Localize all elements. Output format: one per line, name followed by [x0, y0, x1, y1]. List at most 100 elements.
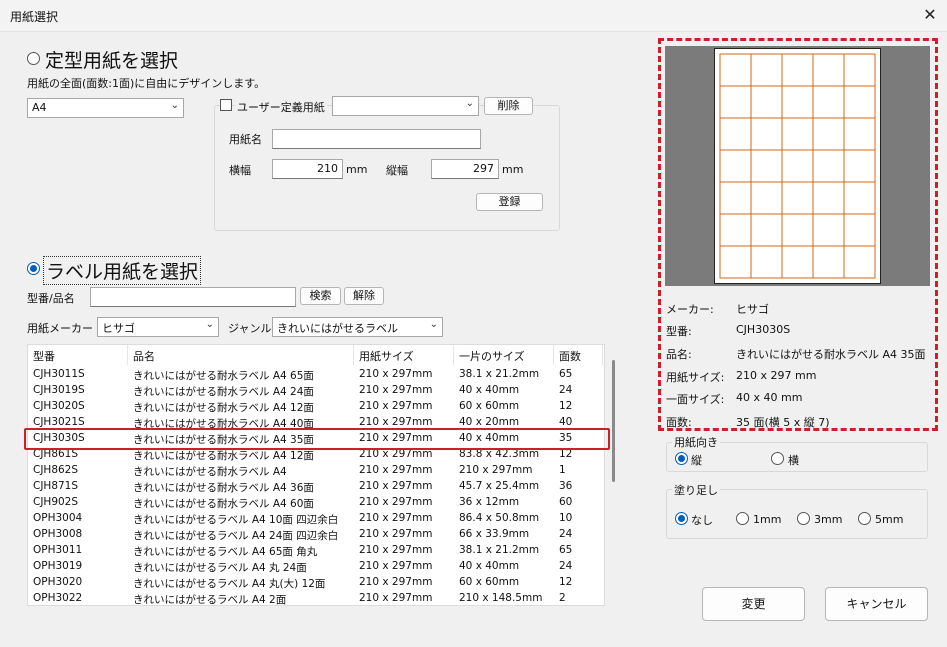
table-cell: 210 x 297mm	[359, 544, 433, 556]
width-label: 横幅	[229, 164, 251, 177]
bleed-1mm-radio[interactable]	[736, 512, 749, 525]
title-bar	[0, 0, 947, 32]
table-cell: 210 x 297mm	[359, 384, 433, 396]
header-name[interactable]: 品名	[133, 348, 155, 364]
table-cell: 12	[559, 400, 573, 412]
table-row[interactable]: CJH3011S きれいにはがせる耐水ラベル A4 65面 210 x 297mm 3…	[28, 367, 604, 383]
table-cell: 210 x 297mm	[359, 512, 433, 524]
ok-button[interactable]: 変更	[702, 587, 805, 621]
table-row[interactable]: OPH3022 きれいにはがせるラベル A4 2面 210 x 297mm 210 x…	[28, 591, 604, 605]
table-cell: 38.1 x 21.2mm	[459, 544, 540, 556]
table-row[interactable]: CJH871S きれいにはがせる耐水ラベル A4 36面 210 x 297mm 45…	[28, 479, 604, 495]
paper-size-select[interactable]: A4 ⌄	[27, 98, 184, 118]
table-cell: 210 x 297mm	[459, 464, 533, 476]
orientation-label: 用紙向き	[672, 434, 720, 450]
header-separator	[127, 345, 128, 365]
search-input[interactable]	[90, 287, 296, 307]
maker-select[interactable]: ヒサゴ ⌄	[97, 317, 219, 337]
table-cell: 40 x 40mm	[459, 384, 520, 396]
label-paper-radio[interactable]	[27, 262, 40, 275]
table-cell: 210 x 297mm	[359, 416, 433, 428]
table-row[interactable]: CJH862S きれいにはがせる耐水ラベル A4 210 x 297mm 210 x …	[28, 463, 604, 479]
table-cell: CJH3011S	[33, 368, 85, 380]
header-separator	[453, 345, 454, 365]
table-cell: 210 x 297mm	[359, 368, 433, 380]
bleed-none-radio[interactable]	[675, 512, 688, 525]
table-row[interactable]: CJH3020S きれいにはがせる耐水ラベル A4 12面 210 x 297mm 6…	[28, 399, 604, 415]
close-icon[interactable]: ✕	[918, 4, 942, 26]
table-cell: 65	[559, 544, 573, 556]
table-row[interactable]: OPH3020 きれいにはがせるラベル A4 丸(大) 12面 210 x 297m…	[28, 575, 604, 591]
table-cell: きれいにはがせるラベル A4 丸(大) 12面	[133, 578, 326, 590]
table-cell: CJH902S	[33, 496, 79, 508]
genre-value: きれいにはがせるラベル	[277, 322, 398, 335]
table-scrollbar[interactable]	[612, 360, 615, 482]
table-row[interactable]: OPH3008 きれいにはがせるラベル A4 24面 四辺余白 210 x 297m…	[28, 527, 604, 543]
bleed-3mm-radio[interactable]	[797, 512, 810, 525]
bleed-1mm-label: 1mm	[753, 513, 782, 526]
table-cell: OPH3004	[33, 512, 83, 524]
table-cell: CJH3019S	[33, 384, 85, 396]
table-cell: きれいにはがせる耐水ラベル A4 60面	[133, 498, 314, 510]
table-row[interactable]: OPH3019 きれいにはがせるラベル A4 丸 24面 210 x 297mm 40…	[28, 559, 604, 575]
standard-paper-description: 用紙の全面(面数:1面)に自由にデザインします。	[27, 77, 266, 90]
header-piece-size[interactable]: 一片のサイズ	[459, 348, 525, 364]
info-maker-label: メーカー:	[666, 303, 714, 316]
genre-select[interactable]: きれいにはがせるラベル ⌄	[272, 317, 443, 337]
table-cell: 40	[559, 416, 573, 428]
table-cell: 24	[559, 528, 573, 540]
standard-paper-radio[interactable]	[27, 52, 40, 65]
table-header: 型番 品名 用紙サイズ 一片のサイズ 面数	[28, 345, 604, 365]
user-defined-checkbox[interactable]	[220, 99, 232, 111]
table-cell: 38.1 x 21.2mm	[459, 368, 540, 380]
selected-row-highlight	[24, 428, 610, 450]
info-size-value: 210 x 297 mm	[736, 369, 817, 382]
width-input[interactable]: 210	[272, 159, 343, 179]
info-name-label: 品名:	[666, 348, 692, 361]
table-cell: きれいにはがせるラベル A4 24面 四辺余白	[133, 530, 339, 542]
table-row[interactable]: OPH3004 きれいにはがせるラベル A4 10面 四辺余白 210 x 297m…	[28, 511, 604, 527]
table-cell: 36 x 12mm	[459, 496, 520, 508]
table-cell: 210 x 297mm	[359, 464, 433, 476]
table-row[interactable]: CJH902S きれいにはがせる耐水ラベル A4 60面 210 x 297mm 36…	[28, 495, 604, 511]
header-separator	[553, 345, 554, 365]
header-paper-size[interactable]: 用紙サイズ	[359, 348, 414, 364]
table-cell: 210 x 297mm	[359, 528, 433, 540]
table-cell: CJH3021S	[33, 416, 85, 428]
table-cell: 210 x 297mm	[359, 496, 433, 508]
table-cell: 10	[559, 512, 573, 524]
cancel-button[interactable]: キャンセル	[825, 587, 928, 621]
table-cell: きれいにはがせる耐水ラベル A4 36面	[133, 482, 314, 494]
search-button[interactable]: 検索	[300, 287, 341, 305]
user-defined-select[interactable]: ⌄	[332, 96, 479, 116]
table-cell: 210 x 297mm	[359, 576, 433, 588]
header-model[interactable]: 型番	[33, 348, 55, 364]
header-count[interactable]: 面数	[559, 348, 581, 364]
orientation-portrait-label: 縦	[691, 454, 702, 467]
table-row[interactable]: CJH3019S きれいにはがせる耐水ラベル A4 24面 210 x 297mm 4…	[28, 383, 604, 399]
info-maker-value: ヒサゴ	[736, 303, 769, 316]
height-input[interactable]: 297	[431, 159, 499, 179]
paper-name-input[interactable]	[272, 129, 481, 149]
orientation-portrait-radio[interactable]	[675, 452, 688, 465]
table-cell: 45.7 x 25.4mm	[459, 480, 540, 492]
maker-label: 用紙メーカー	[27, 322, 93, 335]
info-name-value: きれいにはがせる耐水ラベル A4 35面	[736, 348, 926, 361]
label-table[interactable]: 型番 品名 用紙サイズ 一片のサイズ 面数 CJH3011S きれいにはがせる耐水…	[27, 344, 605, 606]
paper-size-value: A4	[32, 101, 47, 114]
table-cell: 24	[559, 384, 573, 396]
standard-paper-label: 定型用紙を選択	[45, 50, 179, 72]
table-row[interactable]: OPH3011 きれいにはがせるラベル A4 65面 角丸 210 x 297mm 3…	[28, 543, 604, 559]
table-cell: 40 x 40mm	[459, 560, 520, 572]
table-cell: 60 x 60mm	[459, 400, 520, 412]
grid-frame	[719, 53, 876, 279]
orientation-landscape-radio[interactable]	[771, 452, 784, 465]
register-button[interactable]: 登録	[476, 193, 543, 211]
clear-button[interactable]: 解除	[344, 287, 384, 305]
table-cell: きれいにはがせるラベル A4 丸 24面	[133, 562, 307, 574]
paper-name-label: 用紙名	[229, 133, 262, 146]
delete-button[interactable]: 削除	[484, 97, 533, 115]
bleed-5mm-radio[interactable]	[858, 512, 871, 525]
height-label: 縦幅	[386, 164, 408, 177]
bleed-label: 塗り足し	[672, 482, 720, 498]
